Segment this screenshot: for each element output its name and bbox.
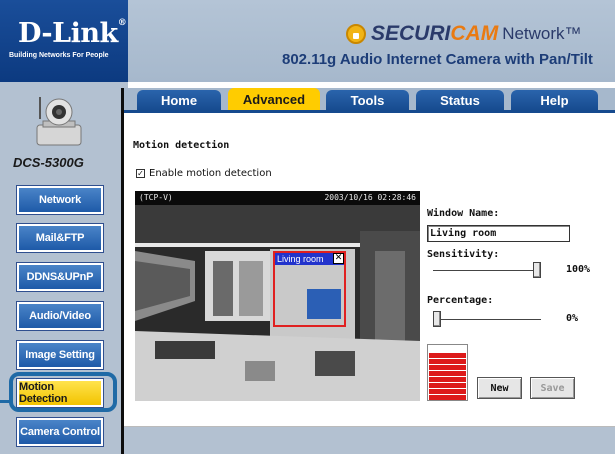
video-stream-tag: (TCP-V): [139, 193, 173, 202]
brand-part1: SECURI: [371, 22, 451, 45]
percentage-track: [433, 319, 541, 320]
logo-registered-mark: ®: [117, 18, 127, 28]
tab-advanced[interactable]: Advanced: [228, 88, 320, 111]
sensitivity-label: Sensitivity:: [427, 249, 500, 260]
active-item-pointer: [0, 400, 11, 403]
window-name-label: Window Name:: [427, 208, 500, 219]
tab-home[interactable]: Home: [137, 90, 221, 111]
percentage-slider[interactable]: [433, 311, 441, 327]
save-button[interactable]: Save: [530, 377, 575, 399]
percentage-label: Percentage:: [427, 295, 494, 306]
brand-network-text: Network: [502, 24, 565, 43]
video-preview[interactable]: (TCP-V) 2003/10/16 02:28:46 Living room …: [135, 191, 420, 401]
section-title: Motion detection: [133, 140, 230, 151]
sidebar-item-image-setting[interactable]: Image Setting: [16, 340, 104, 370]
camera-icon: [33, 95, 85, 149]
sidebar-item-network[interactable]: Network: [16, 185, 104, 215]
video-timestamp: 2003/10/16 02:28:46: [324, 193, 416, 202]
enable-motion-label: Enable motion detection: [149, 168, 272, 179]
sidebar-item-ddns-upnp[interactable]: DDNS&UPnP: [16, 262, 104, 292]
tab-help[interactable]: Help: [511, 90, 598, 111]
lock-icon: [346, 24, 366, 44]
camera-model: DCS-5300G: [13, 155, 84, 170]
sidebar-item-mail-ftp[interactable]: Mail&FTP: [16, 223, 104, 253]
percentage-value: 0%: [566, 313, 579, 324]
content-footer: [124, 427, 615, 454]
header-banner: D-Link® Building Networks For People SEC…: [0, 0, 615, 82]
active-item-highlight: [9, 372, 117, 412]
detection-window[interactable]: Living room ✕: [273, 251, 346, 327]
sensitivity-slider[interactable]: [533, 262, 541, 278]
tab-tools[interactable]: Tools: [326, 90, 409, 111]
dlink-logo: D-Link® Building Networks For People: [0, 0, 128, 82]
tab-status[interactable]: Status: [416, 90, 504, 111]
logo-text: D-Link: [18, 18, 118, 49]
brand-trademark: ™: [564, 24, 582, 43]
close-icon[interactable]: ✕: [333, 253, 344, 264]
window-name-field[interactable]: Living room: [427, 225, 570, 242]
new-button[interactable]: New: [477, 377, 522, 399]
brand-part3: Network™: [502, 24, 581, 44]
sidebar-item-camera-control[interactable]: Camera Control: [16, 417, 104, 447]
securicam-brand: SECURI CAM Network™: [346, 21, 582, 47]
sensitivity-track: [433, 270, 541, 271]
brand-part2: CAM: [450, 22, 499, 45]
sidebar-item-audio-video[interactable]: Audio/Video: [16, 301, 104, 331]
motion-level-meter: [427, 344, 468, 401]
product-title: 802.11g Audio Internet Camera with Pan/T…: [282, 51, 593, 68]
sensitivity-value: 100%: [566, 264, 591, 275]
enable-motion-checkbox[interactable]: ✓: [136, 169, 145, 178]
enable-row: ✓ Enable motion detection: [136, 168, 272, 179]
logo-tagline: Building Networks For People: [9, 52, 109, 59]
level-segment: [429, 394, 466, 400]
